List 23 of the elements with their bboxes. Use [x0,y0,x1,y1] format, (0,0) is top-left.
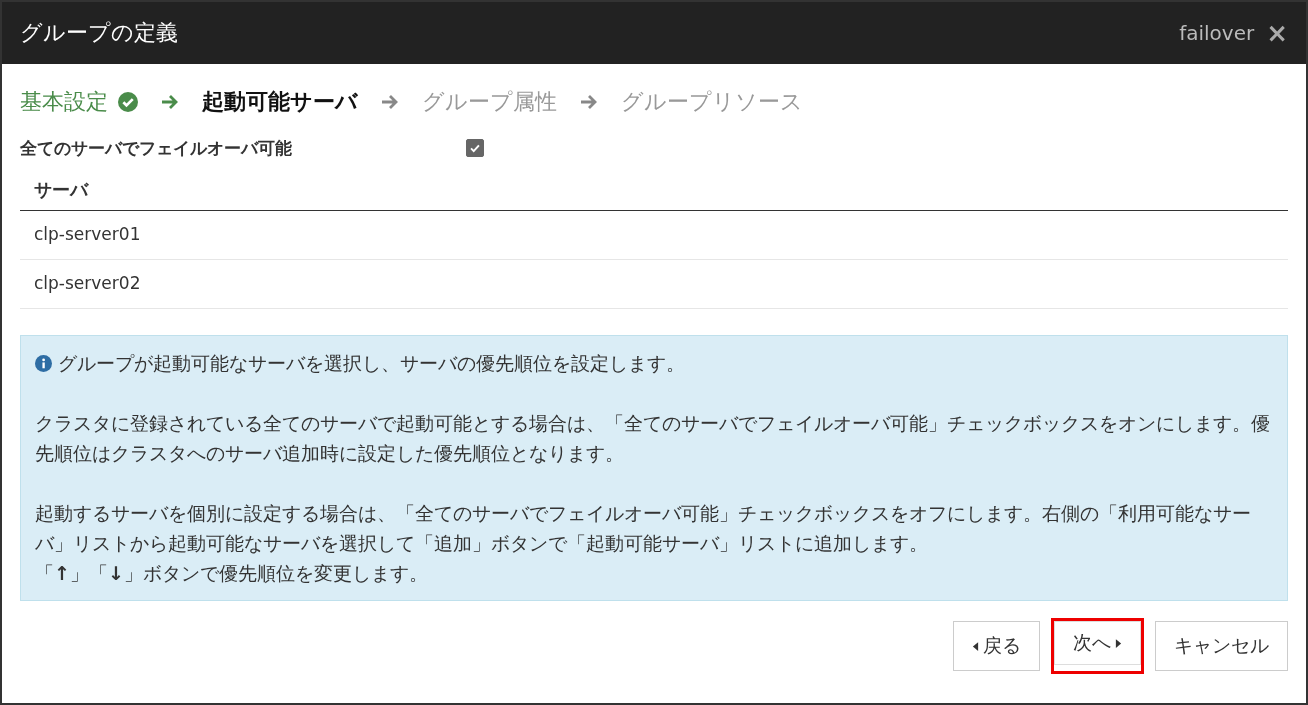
table-cell: clp-server02 [34,273,141,293]
cancel-button[interactable]: キャンセル [1155,621,1288,671]
info-text: グループが起動可能なサーバを選択し、サーバの優先順位を設定します。 [58,352,685,374]
column-header: サーバ [34,179,88,200]
close-button[interactable]: × [1266,18,1288,48]
checkbox[interactable] [466,139,484,157]
right-triangle-icon [1115,637,1122,649]
info-text: 「↑」「↓」ボタンで優先順位を変更します。 [35,562,428,584]
next-button[interactable]: 次へ [1054,621,1141,665]
table-cell: clp-server01 [34,224,141,244]
checkbox-label: 全てのサーバでフェイルオーバ可能 [20,136,293,160]
wizard-step: 起動可能サーバ [202,87,358,117]
left-triangle-icon [972,640,979,652]
info-text: 起動するサーバを個別に設定する場合は、「全てのサーバでフェイルオーバ可能」チェックボックスをオフにします。右側の「利用可能なサーバ」リストから起動可能なサーバを選択して「追加」ボタンで「起動可能サーバ」リストに追加します。 [35,502,1251,554]
info-icon [35,355,52,372]
wizard-step: グループリソース [621,87,803,117]
back-button[interactable]: 戻る [953,621,1040,671]
wizard-step: グループ属性 [422,87,557,117]
check-circle-icon [118,92,138,112]
info-text: クラスタに登録されている全てのサーバで起動可能とする場合は、「全てのサーバでフェイルオーバ可能」チェックボックスをオンにします。優先順位はクラスタへのサーバ追加時に設定した優先順位となります。 [35,412,1270,464]
window-title: グループの定義 [20,19,179,47]
group-name: failover [1179,21,1255,45]
wizard-step: 基本設定 [20,87,108,117]
